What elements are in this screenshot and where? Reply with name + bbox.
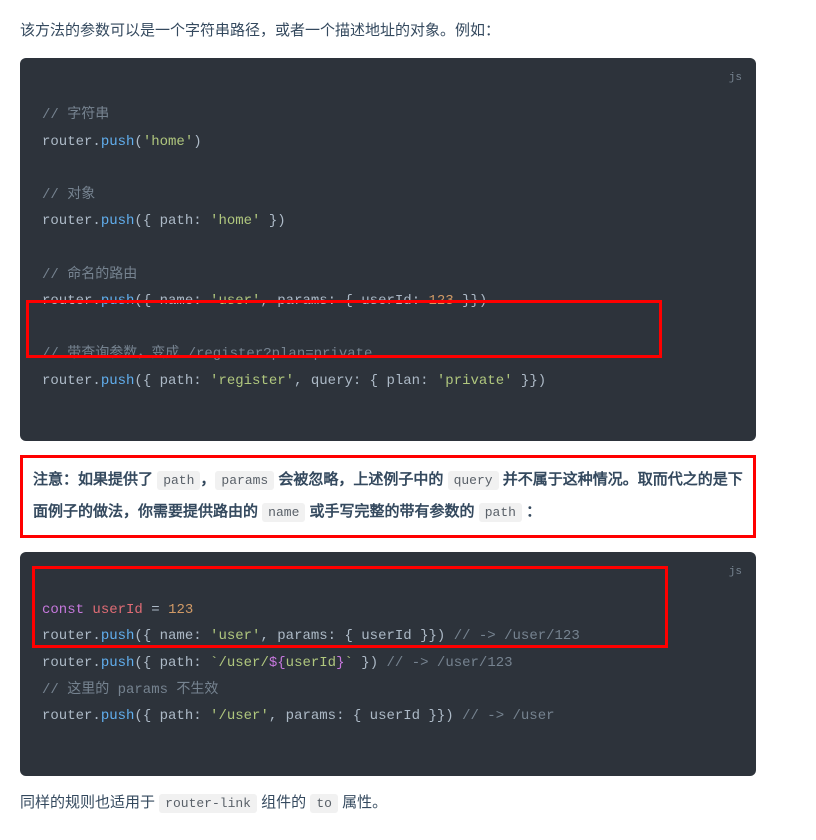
inline-code-path: path — [479, 503, 522, 522]
code-block-1: js // 字符串 router.push('home') // 对象 route… — [20, 58, 756, 442]
code-comment: // 带查询参数，变成 /register?plan=private — [42, 346, 372, 362]
code-line: router.push({ path: 'register', query: {… — [42, 373, 546, 389]
note-text: ， — [200, 471, 215, 488]
code-line: router.push({ name: 'user', params: { us… — [42, 293, 487, 309]
code-line: router.push({ name: 'user', params: { us… — [42, 628, 580, 644]
outro-text: 组件的 — [257, 794, 310, 811]
inline-code-name: name — [262, 503, 305, 522]
code-comment: // 对象 — [42, 187, 95, 203]
code-comment: // 字符串 — [42, 107, 109, 123]
intro-paragraph: 该方法的参数可以是一个字符串路径，或者一个描述地址的对象。例如： — [20, 18, 756, 44]
lang-tag: js — [729, 562, 742, 583]
code-line: router.push({ path: '/user', params: { u… — [42, 708, 555, 724]
code-line: router.push('home') — [42, 134, 202, 150]
inline-code-query: query — [448, 471, 499, 490]
code-line: router.push({ path: `/user/${userId}` })… — [42, 655, 513, 671]
note-paragraph: 注意：如果提供了 path，params 会被忽略，上述例子中的 query 并… — [20, 455, 756, 538]
inline-code-path: path — [157, 471, 200, 490]
code-comment: // 这里的 params 不生效 — [42, 682, 218, 698]
note-prefix: 注意：如果提供了 — [33, 471, 153, 488]
inline-code-router-link: router-link — [159, 794, 257, 813]
inline-code-params: params — [215, 471, 274, 490]
outro-text: 属性。 — [338, 794, 387, 811]
lang-tag: js — [729, 68, 742, 89]
code-block-2: js const userId = 123 router.push({ name:… — [20, 552, 756, 776]
code-line: router.push({ path: 'home' }) — [42, 213, 286, 229]
code-line: const userId = 123 — [42, 602, 193, 618]
outro-text: 同样的规则也适用于 — [20, 794, 159, 811]
note-text: 会被忽略，上述例子中的 — [274, 471, 447, 488]
code-comment: // 命名的路由 — [42, 267, 137, 283]
outro-paragraph: 同样的规则也适用于 router-link 组件的 to 属性。 — [20, 790, 756, 816]
inline-code-to: to — [310, 794, 338, 813]
note-text: 或手写完整的带有参数的 — [305, 503, 478, 520]
note-text: ： — [522, 503, 541, 520]
